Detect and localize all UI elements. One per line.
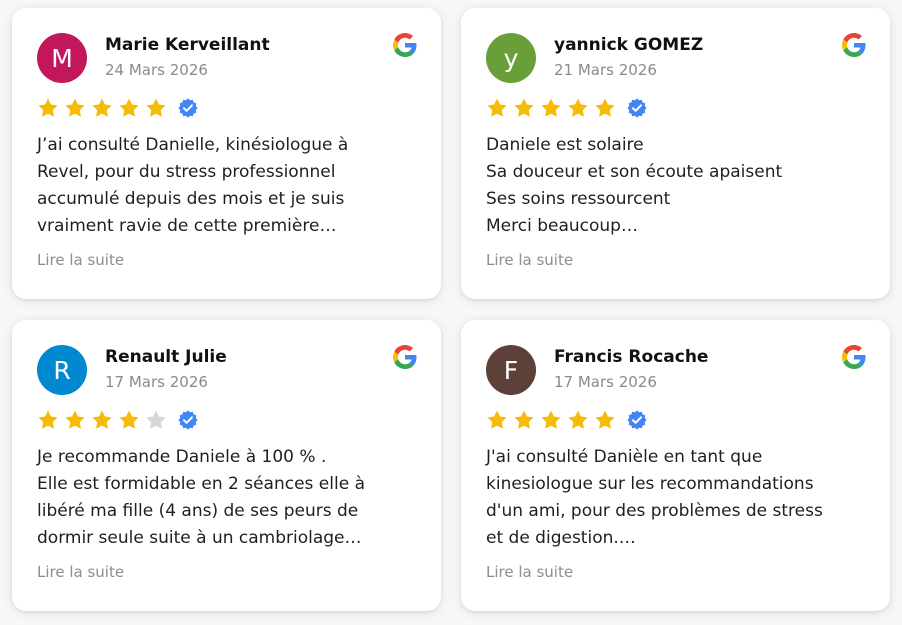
review-text: Daniele est solaire Sa douceur et son éc…: [486, 132, 871, 240]
avatar: y: [486, 33, 536, 83]
review-text-line: Merci beaucoup…: [486, 216, 638, 236]
review-text-line: Je recommande Daniele à 100 % .: [37, 447, 327, 467]
star-filled-icon: [595, 98, 615, 117]
star-filled-icon: [514, 410, 534, 429]
read-more-link[interactable]: Lire la suite: [486, 563, 573, 581]
reviewer-name: yannick GOMEZ: [554, 35, 704, 55]
review-card: R Renault Julie 17 Mars 2026 Je recomman…: [12, 320, 441, 611]
reviewer-name: Renault Julie: [105, 347, 227, 367]
star-empty-icon: [146, 410, 166, 429]
avatar: F: [486, 345, 536, 395]
star-filled-icon: [92, 410, 112, 429]
reviews-grid: M Marie Kerveillant 24 Mars 2026 J’ai co…: [0, 0, 902, 625]
review-card: F Francis Rocache 17 Mars 2026 J'ai cons…: [461, 320, 890, 611]
star-filled-icon: [65, 98, 85, 117]
review-text-line: libéré ma fille (4 ans) de ses peurs de: [37, 501, 359, 521]
google-icon: [842, 345, 866, 369]
review-text-line: Revel, pour du stress professionnel: [37, 162, 336, 182]
review-text-line: Daniele est solaire: [486, 135, 644, 155]
review-text-line: J'ai consulté Danièle en tant que: [486, 447, 763, 467]
review-card: y yannick GOMEZ 21 Mars 2026 Daniele est…: [461, 8, 890, 299]
review-card: M Marie Kerveillant 24 Mars 2026 J’ai co…: [12, 8, 441, 299]
review-text-line: et de digestion.…: [486, 528, 636, 548]
reviewer-name: Francis Rocache: [554, 347, 709, 367]
review-text-line: Elle est formidable en 2 séances elle à: [37, 474, 365, 494]
review-date: 21 Mars 2026: [554, 61, 657, 79]
review-text-line: vraiment ravie de cette première…: [37, 216, 337, 236]
google-icon: [393, 33, 417, 57]
star-filled-icon: [487, 410, 507, 429]
review-text-line: dormir seule suite à un cambriolage…: [37, 528, 362, 548]
review-date: 17 Mars 2026: [105, 373, 208, 391]
star-filled-icon: [119, 410, 139, 429]
review-text-line: d'un ami, pour des problèmes de stress: [486, 501, 823, 521]
star-filled-icon: [541, 98, 561, 117]
review-text-line: Sa douceur et son écoute apaisent: [486, 162, 783, 182]
review-text-line: kinesiologue sur les recommandations: [486, 474, 814, 494]
avatar: R: [37, 345, 87, 395]
google-icon: [393, 345, 417, 369]
review-date: 24 Mars 2026: [105, 61, 208, 79]
review-text: J'ai consulté Danièle en tant que kinesi…: [486, 444, 871, 552]
review-text-line: J’ai consulté Danielle, kinésiologue à: [37, 135, 349, 155]
read-more-link[interactable]: Lire la suite: [486, 251, 573, 269]
star-filled-icon: [595, 410, 615, 429]
review-text-line: accumulé depuis des mois et je suis: [37, 189, 345, 209]
star-filled-icon: [65, 410, 85, 429]
verified-badge-icon: [627, 410, 647, 430]
read-more-link[interactable]: Lire la suite: [37, 251, 124, 269]
star-rating: [37, 409, 198, 431]
review-text-line: Ses soins ressourcent: [486, 189, 671, 209]
star-filled-icon: [568, 410, 588, 429]
star-rating: [486, 409, 647, 431]
star-rating: [37, 97, 198, 119]
star-filled-icon: [487, 98, 507, 117]
verified-badge-icon: [627, 98, 647, 118]
verified-badge-icon: [178, 98, 198, 118]
review-text: Je recommande Daniele à 100 % . Elle est…: [37, 444, 422, 552]
read-more-link[interactable]: Lire la suite: [37, 563, 124, 581]
star-filled-icon: [514, 98, 534, 117]
star-rating: [486, 97, 647, 119]
star-filled-icon: [38, 98, 58, 117]
review-date: 17 Mars 2026: [554, 373, 657, 391]
star-filled-icon: [568, 98, 588, 117]
star-filled-icon: [92, 98, 112, 117]
star-filled-icon: [38, 410, 58, 429]
google-icon: [842, 33, 866, 57]
reviewer-name: Marie Kerveillant: [105, 35, 270, 55]
review-text: J’ai consulté Danielle, kinésiologue à R…: [37, 132, 422, 240]
avatar: M: [37, 33, 87, 83]
star-filled-icon: [541, 410, 561, 429]
star-filled-icon: [119, 98, 139, 117]
verified-badge-icon: [178, 410, 198, 430]
star-filled-icon: [146, 98, 166, 117]
